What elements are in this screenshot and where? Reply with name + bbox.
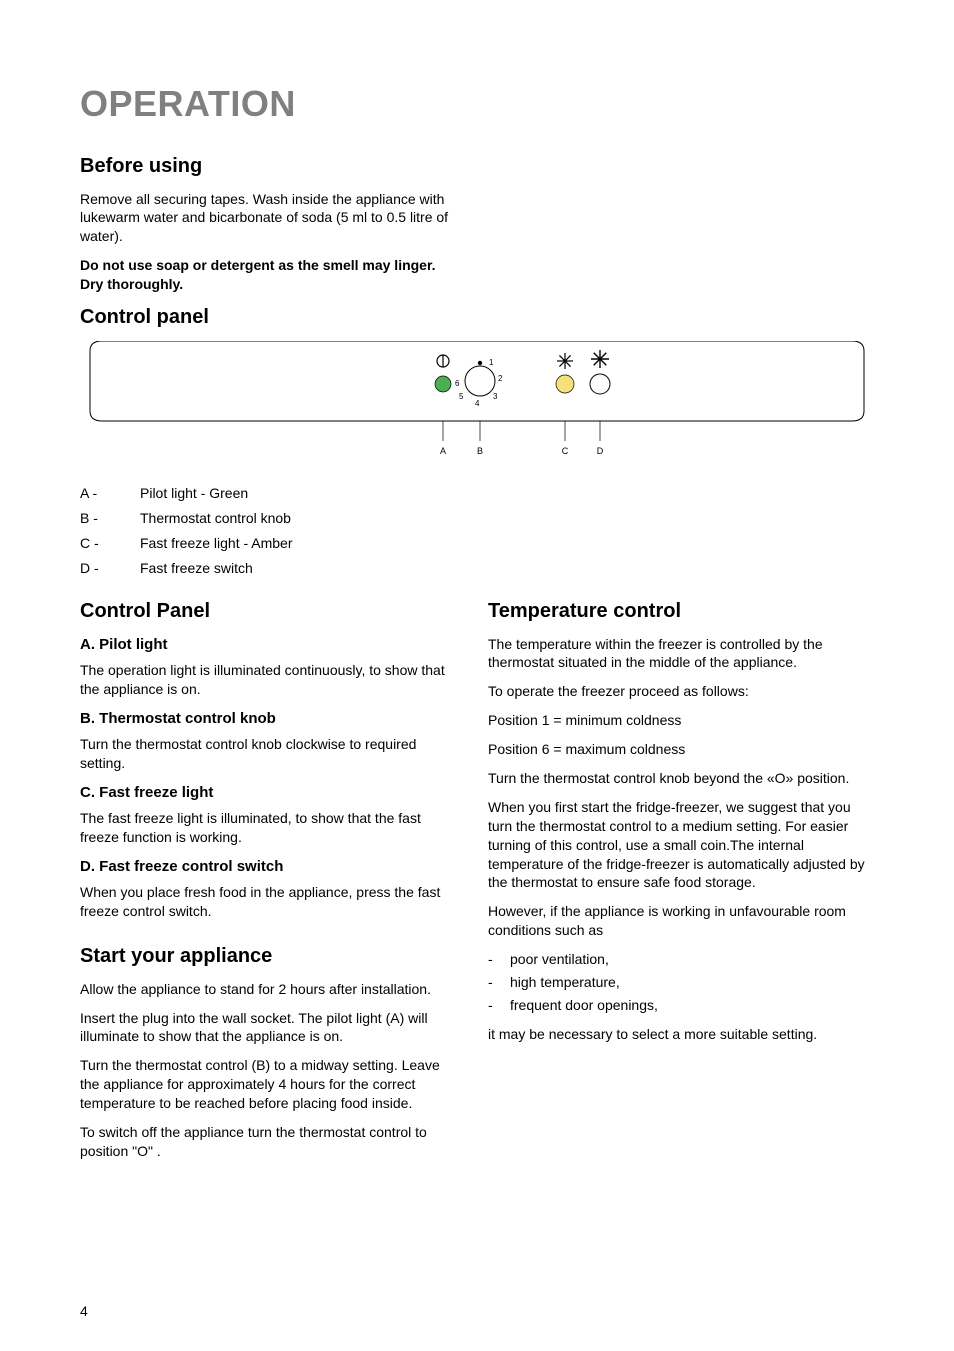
temp-p5: Turn the thermostat control knob beyond … (488, 769, 866, 788)
dash-icon: - (488, 973, 510, 992)
right-column: Temperature control The temperature with… (488, 590, 866, 1171)
temperature-control-heading: Temperature control (488, 598, 866, 625)
d-fast-freeze-switch-heading: D. Fast freeze control switch (80, 857, 458, 877)
start-p4: To switch off the appliance turn the the… (80, 1123, 458, 1161)
b-thermostat-text: Turn the thermostat control knob clockwi… (80, 735, 458, 773)
a-pilot-light-heading: A. Pilot light (80, 635, 458, 655)
start-p1: Allow the appliance to stand for 2 hours… (80, 980, 458, 999)
dash-icon: - (488, 950, 510, 969)
snowflake-icon (557, 353, 573, 369)
legend-row: A - Pilot light - Green (80, 484, 874, 503)
left-column: Control Panel A. Pilot light The operati… (80, 590, 458, 1171)
temp-p3: Position 1 = minimum coldness (488, 711, 866, 730)
start-p2: Insert the plug into the wall socket. Th… (80, 1009, 458, 1047)
list-item: -frequent door openings, (488, 996, 866, 1015)
diagram-label-a: A (440, 446, 446, 456)
list-text: frequent door openings, (510, 996, 658, 1015)
legend-val: Fast freeze light - Amber (140, 534, 293, 553)
start-p3: Turn the thermostat control (B) to a mid… (80, 1056, 458, 1113)
page-number: 4 (80, 1302, 88, 1321)
a-pilot-light-text: The operation light is illuminated conti… (80, 661, 458, 699)
temp-p2: To operate the freezer proceed as follow… (488, 682, 866, 701)
list-text: poor ventilation, (510, 950, 609, 969)
dash-icon: - (488, 996, 510, 1015)
before-using-p1: Remove all securing tapes. Wash inside t… (80, 190, 460, 247)
list-item: -high temperature, (488, 973, 866, 992)
before-using-p2: Do not use soap or detergent as the smel… (80, 256, 460, 294)
temp-p7: However, if the appliance is working in … (488, 902, 866, 940)
diagram-label-c: C (562, 446, 569, 456)
legend-row: D - Fast freeze switch (80, 559, 874, 578)
list-text: high temperature, (510, 973, 620, 992)
diagram-label-d: D (597, 446, 604, 456)
legend-val: Thermostat control knob (140, 509, 291, 528)
legend-key: B - (80, 509, 140, 528)
legend-val: Pilot light - Green (140, 484, 248, 503)
legend-key: D - (80, 559, 140, 578)
knob-num-2: 2 (498, 374, 503, 383)
temp-p8: it may be necessary to select a more sui… (488, 1025, 866, 1044)
knob-num-1: 1 (489, 358, 494, 367)
page-title: OPERATION (80, 80, 874, 129)
temp-p1: The temperature within the freezer is co… (488, 635, 866, 673)
list-item: -poor ventilation, (488, 950, 866, 969)
control-panel-heading: Control panel (80, 304, 460, 331)
control-panel-subheading: Control Panel (80, 598, 458, 625)
b-thermostat-heading: B. Thermostat control knob (80, 709, 458, 729)
legend-row: B - Thermostat control knob (80, 509, 874, 528)
control-panel-diagram: A 1 2 3 4 5 6 B C (80, 341, 874, 466)
start-appliance-heading: Start your appliance (80, 943, 458, 970)
legend: A - Pilot light - Green B - Thermostat c… (80, 484, 874, 578)
legend-key: A - (80, 484, 140, 503)
snowflake-icon (591, 350, 609, 368)
temp-p6: When you first start the fridge-freezer,… (488, 798, 866, 892)
temp-p4: Position 6 = maximum coldness (488, 740, 866, 759)
diagram-label-b: B (477, 446, 483, 456)
d-fast-freeze-switch-text: When you place fresh food in the applian… (80, 883, 458, 921)
legend-val: Fast freeze switch (140, 559, 253, 578)
knob-num-4: 4 (475, 399, 480, 408)
c-fast-freeze-light-heading: C. Fast freeze light (80, 783, 458, 803)
conditions-list: -poor ventilation, -high temperature, -f… (488, 950, 866, 1015)
knob-num-3: 3 (493, 392, 498, 401)
before-using-heading: Before using (80, 153, 460, 180)
legend-key: C - (80, 534, 140, 553)
c-fast-freeze-light-text: The fast freeze light is illuminated, to… (80, 809, 458, 847)
knob-num-6: 6 (455, 379, 460, 388)
knob-num-5: 5 (459, 392, 464, 401)
legend-row: C - Fast freeze light - Amber (80, 534, 874, 553)
